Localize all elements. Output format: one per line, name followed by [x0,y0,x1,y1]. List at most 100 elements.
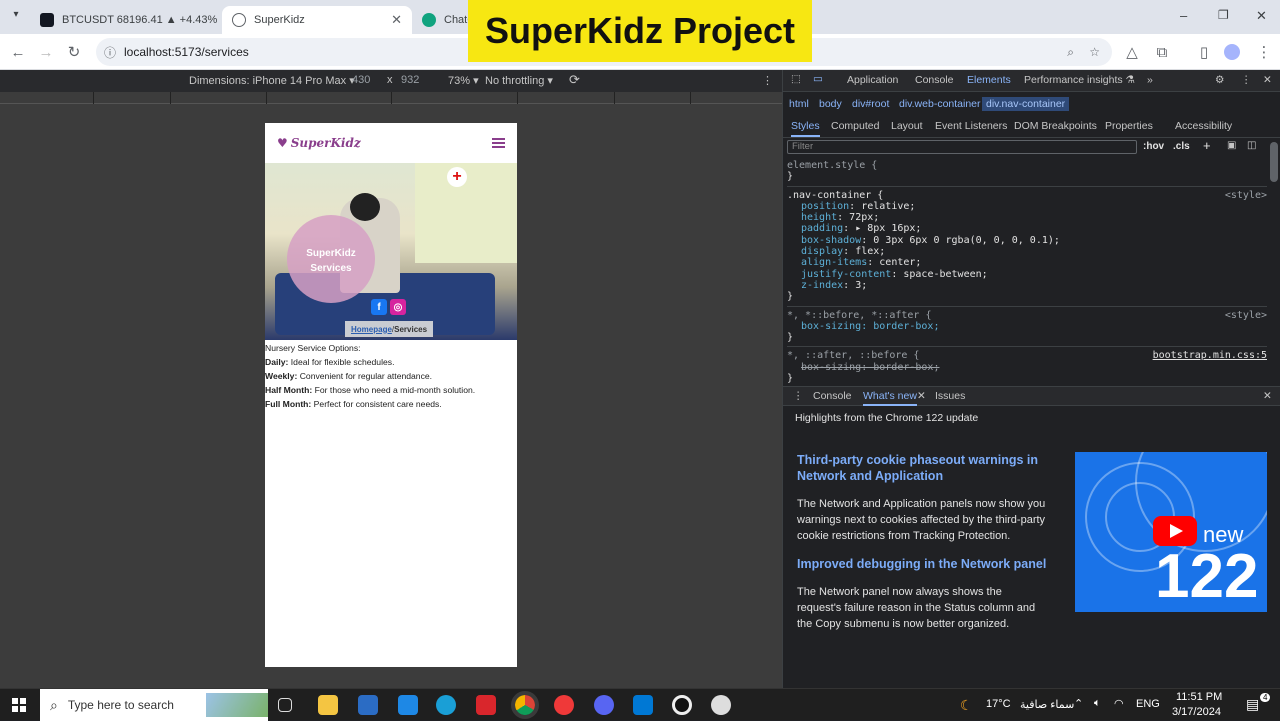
side-panel-icon[interactable]: ▯ [1194,42,1214,62]
volume-icon[interactable]: 🔈︎ [1094,697,1101,710]
instagram-icon[interactable]: ◎ [390,299,406,315]
extensions-icon[interactable]: ⧉ [1152,42,1172,62]
css-declaration[interactable]: position: relative; [801,201,1267,212]
styles-filter-input[interactable]: Filter [787,140,1137,154]
crumb-body[interactable]: body [819,98,842,110]
restore-button[interactable]: ❐ [1218,8,1229,22]
drawer-tab-issues[interactable]: Issues [935,390,965,402]
tab-superkidz[interactable]: SuperKidz ✕ [222,6,412,34]
css-declaration[interactable]: align-items: center; [801,257,1267,268]
css-declaration[interactable]: display: flex; [801,246,1267,257]
inspect-icon[interactable]: ⬚ [791,73,801,85]
profile-avatar[interactable] [1222,42,1242,62]
zoom-select[interactable]: 73% ▾ [448,74,479,87]
device-more-icon[interactable]: ⋮ [762,74,773,87]
rule-source-link[interactable]: <style> [1225,190,1267,201]
tab-chatgpt[interactable]: ChatGP [412,6,472,34]
drawer-tab-whats-new[interactable]: What's new [863,390,917,406]
store-icon[interactable] [358,695,378,715]
css-declaration[interactable]: height: 72px; [801,212,1267,223]
device-height-input[interactable]: 932 [401,74,419,86]
crumb-html[interactable]: html [789,98,809,110]
subtab-properties[interactable]: Properties [1105,120,1153,132]
overridden-declaration[interactable]: box-sizing: border-box; [801,362,939,373]
css-declaration[interactable]: box-sizing: border-box; [801,321,939,332]
breadcrumb-home-link[interactable]: Homepage [351,325,392,334]
vscode-icon[interactable] [633,695,653,715]
tab-performance-insights[interactable]: Performance insights ⚗ [1024,74,1135,86]
close-window-button[interactable]: ✕ [1256,8,1267,24]
windows-start-icon[interactable] [12,698,26,712]
facebook-icon[interactable]: f [371,299,387,315]
crumb-web-container[interactable]: div.web-container [899,98,981,110]
tab-search-button[interactable]: ▾ [8,9,24,25]
crumb-nav-container[interactable]: div.nav-container [982,97,1070,111]
rule-source-link[interactable]: bootstrap.min.css:5 [1153,350,1267,361]
sidebar-toggle-icon[interactable]: ◫ [1247,140,1256,151]
drawer-tab-console[interactable]: Console [813,390,852,402]
weather-icon[interactable]: ☾ [960,697,973,714]
edge-icon[interactable] [436,695,456,715]
site-logo[interactable]: ♥ SuperKidz [277,136,361,150]
css-declaration[interactable]: justify-content: space-between; [801,269,1267,280]
notification-icon[interactable]: ▤ [1246,696,1259,713]
subtab-styles[interactable]: Styles [791,120,820,137]
close-tab-icon[interactable]: ✕ [391,12,402,28]
close-whats-new-icon[interactable]: ✕ [917,390,926,402]
subtab-computed[interactable]: Computed [831,120,879,132]
recorder-icon[interactable] [672,695,692,715]
back-icon[interactable]: ← [8,42,28,62]
language-indicator[interactable]: ENG [1136,698,1160,710]
drawer-menu-icon[interactable]: ⋮ [793,390,804,402]
subtab-dom-breakpoints[interactable]: DOM Breakpoints [1014,120,1097,132]
css-declaration[interactable]: z-index: 3; [801,280,1267,291]
article-title[interactable]: Improved debugging in the Network panel [797,556,1047,572]
file-explorer-icon[interactable] [318,695,338,715]
zoom-icon[interactable]: ⌕ [1067,45,1074,60]
subtab-accessibility[interactable]: Accessibility [1175,120,1232,132]
subtab-event-listeners[interactable]: Event Listeners [935,120,1007,132]
tab-btcusdt[interactable]: BTCUSDT 68196.41 ▲ +4.43% B ✕ [30,6,220,34]
article-title[interactable]: Third-party cookie phaseout warnings in … [797,452,1047,484]
styles-scrollbar[interactable] [1270,142,1278,182]
tray-chevron-icon[interactable]: ⌃ [1074,697,1083,710]
taskbar-search[interactable]: ⌕ Type here to search [40,689,268,721]
tab-elements[interactable]: Elements [967,74,1011,86]
crumb-root[interactable]: div#root [852,98,889,110]
clock-date[interactable]: 3/17/2024 [1172,706,1221,718]
throttling-select[interactable]: No throttling ▾ [485,74,553,87]
vivaldi-icon[interactable] [554,695,574,715]
app-icon[interactable] [711,695,731,715]
subtab-layout[interactable]: Layout [891,120,923,132]
mail-icon[interactable] [398,695,418,715]
devtools-menu-icon[interactable]: ⋮ [1241,74,1252,86]
hamburger-menu-icon[interactable] [492,138,505,148]
clock-time[interactable]: 11:51 PM [1176,691,1222,703]
more-tabs-icon[interactable]: » [1147,74,1153,86]
device-width-input[interactable]: 430 [352,74,370,86]
discord-icon[interactable] [594,695,614,715]
device-toggle-icon[interactable]: ▭ [813,73,823,85]
drive-icon[interactable]: △ [1122,42,1142,62]
tab-application[interactable]: Application [847,74,898,86]
network-icon[interactable]: ◠ [1114,697,1124,710]
chrome-icon[interactable] [511,691,539,719]
settings-icon[interactable]: ⚙ [1215,74,1224,86]
bookmark-star-icon[interactable]: ☆ [1089,45,1100,59]
minimize-button[interactable]: – [1180,8,1187,23]
paint-icon[interactable]: ▣ [1227,140,1236,151]
forward-icon[interactable]: → [36,42,56,62]
rule-source-link[interactable]: <style> [1225,310,1267,321]
site-info-icon[interactable]: ⓘ [104,44,116,61]
rotate-icon[interactable]: ⟳ [569,72,580,88]
weather-text[interactable]: سماء صافية [1020,698,1074,711]
new-rule-button[interactable]: + [1203,138,1211,153]
css-declaration[interactable]: padding: ▸ 8px 16px; [801,223,1267,234]
css-declaration[interactable]: box-shadow: 0 3px 6px 0 rgba(0, 0, 0, 0.… [801,235,1267,246]
weather-temp[interactable]: 17°C [986,698,1011,710]
reload-icon[interactable]: ↻ [64,42,84,62]
task-view-icon[interactable] [278,698,292,712]
hov-toggle[interactable]: :hov [1143,141,1164,152]
acrobat-icon[interactable] [476,695,496,715]
close-devtools-icon[interactable]: ✕ [1263,74,1272,86]
